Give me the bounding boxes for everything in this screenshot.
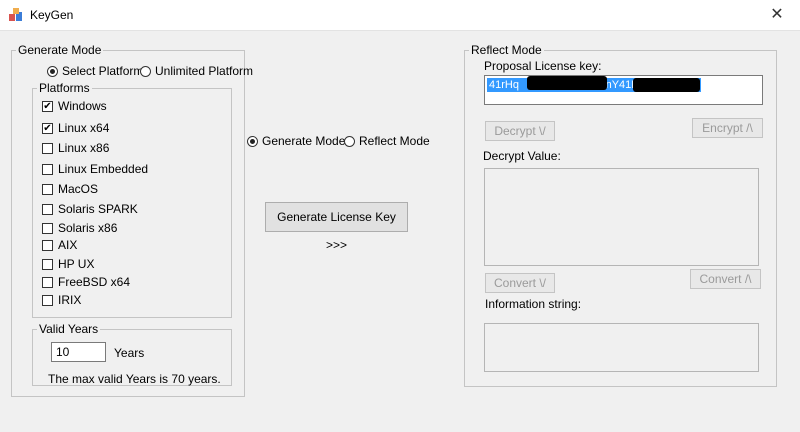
platforms-legend: Platforms bbox=[39, 81, 90, 95]
platform-checkbox-solaris-x86[interactable]: Solaris x86 bbox=[42, 221, 117, 235]
platform-label: IRIX bbox=[58, 293, 82, 307]
checkbox-unchecked-icon bbox=[42, 276, 53, 288]
reflect-mode-legend: Reflect Mode bbox=[471, 43, 542, 57]
proposal-license-key-label: Proposal License key: bbox=[484, 59, 602, 73]
license-key-text-start: 41rHq bbox=[489, 79, 519, 91]
radio-unselected-icon bbox=[140, 65, 151, 77]
platform-label: Linux x64 bbox=[58, 121, 110, 135]
redaction-mark bbox=[633, 78, 700, 92]
convert-up-button[interactable]: Convert /\ bbox=[690, 269, 761, 289]
platform-label: MacOS bbox=[58, 182, 99, 196]
checkbox-unchecked-icon bbox=[42, 258, 53, 270]
select-platforms-label: Select Platforms bbox=[62, 64, 150, 78]
select-platforms-radio[interactable]: Select Platforms bbox=[47, 64, 149, 78]
generate-mode-legend: Generate Mode bbox=[18, 43, 102, 57]
platform-checkbox-macos[interactable]: MacOS bbox=[42, 182, 98, 196]
checkbox-unchecked-icon bbox=[42, 239, 53, 251]
valid-years-input[interactable]: 10 bbox=[51, 342, 106, 362]
platform-label: AIX bbox=[58, 238, 78, 252]
main-window-body: Generate Mode Select Platforms Unlimited… bbox=[0, 31, 800, 432]
valid-years-note: The max valid Years is 70 years. bbox=[48, 372, 221, 386]
convert-down-button[interactable]: Convert \/ bbox=[485, 273, 555, 293]
platform-label: Linux Embedded bbox=[58, 162, 149, 176]
encrypt-button[interactable]: Encrypt /\ bbox=[692, 118, 763, 138]
checkbox-checked-icon: ✔ bbox=[42, 122, 53, 134]
platform-checkbox-hp-ux[interactable]: HP UX bbox=[42, 257, 94, 271]
platform-checkbox-irix[interactable]: IRIX bbox=[42, 293, 81, 307]
checkbox-checked-icon: ✔ bbox=[42, 100, 53, 112]
radio-selected-icon bbox=[47, 65, 58, 77]
platform-checkbox-linux-embedded[interactable]: Linux Embedded bbox=[42, 162, 148, 176]
reflect-mode-label: Reflect Mode bbox=[359, 134, 430, 148]
platform-label: FreeBSD x64 bbox=[58, 275, 131, 289]
checkbox-unchecked-icon bbox=[42, 163, 53, 175]
decrypt-button[interactable]: Decrypt \/ bbox=[485, 121, 555, 141]
checkbox-unchecked-icon bbox=[42, 294, 53, 306]
information-string-label: Information string: bbox=[485, 297, 582, 311]
platform-checkbox-windows[interactable]: ✔ Windows bbox=[42, 99, 107, 113]
platform-label: HP UX bbox=[58, 257, 95, 271]
generate-mode-label: Generate Mode bbox=[262, 134, 346, 148]
generate-mode-radio[interactable]: Generate Mode bbox=[247, 134, 345, 148]
checkbox-unchecked-icon bbox=[42, 203, 53, 215]
decrypt-value-textarea[interactable] bbox=[484, 168, 759, 266]
radio-unselected-icon bbox=[344, 135, 355, 147]
platform-checkbox-freebsd-x64[interactable]: FreeBSD x64 bbox=[42, 275, 130, 289]
platform-label: Linux x86 bbox=[58, 141, 110, 155]
reflect-mode-radio[interactable]: Reflect Mode bbox=[344, 134, 430, 148]
information-string-textarea[interactable] bbox=[484, 323, 759, 372]
unlimited-platform-label: Unlimited Platform bbox=[155, 64, 254, 78]
proposal-license-key-input[interactable]: 41rHq xnY41K2hrT0cc bbox=[484, 75, 763, 105]
platform-checkbox-linux-x64[interactable]: ✔ Linux x64 bbox=[42, 121, 109, 135]
platform-checkbox-solaris-spark[interactable]: Solaris SPARK bbox=[42, 202, 138, 216]
decrypt-value-label: Decrypt Value: bbox=[483, 149, 561, 163]
close-icon[interactable]: ✕ bbox=[754, 0, 800, 30]
platform-label: Solaris SPARK bbox=[58, 202, 138, 216]
redaction-mark bbox=[527, 76, 607, 90]
app-icon bbox=[9, 8, 22, 21]
platform-checkbox-aix[interactable]: AIX bbox=[42, 238, 77, 252]
valid-years-value: 10 bbox=[56, 345, 70, 359]
checkbox-unchecked-icon bbox=[42, 142, 53, 154]
generate-license-key-button[interactable]: Generate License Key >>> bbox=[265, 202, 408, 252]
radio-selected-icon bbox=[247, 135, 258, 147]
platform-label: Windows bbox=[58, 99, 107, 113]
window-title: KeyGen bbox=[30, 8, 74, 22]
checkbox-unchecked-icon bbox=[42, 222, 53, 234]
valid-years-unit: Years bbox=[114, 346, 145, 360]
valid-years-legend: Valid Years bbox=[39, 322, 99, 336]
checkbox-unchecked-icon bbox=[42, 183, 53, 195]
unlimited-platform-radio[interactable]: Unlimited Platform bbox=[140, 64, 253, 78]
platform-label: Solaris x86 bbox=[58, 221, 118, 235]
title-bar[interactable]: KeyGen ✕ bbox=[0, 0, 800, 31]
platform-checkbox-linux-x86[interactable]: Linux x86 bbox=[42, 141, 109, 155]
